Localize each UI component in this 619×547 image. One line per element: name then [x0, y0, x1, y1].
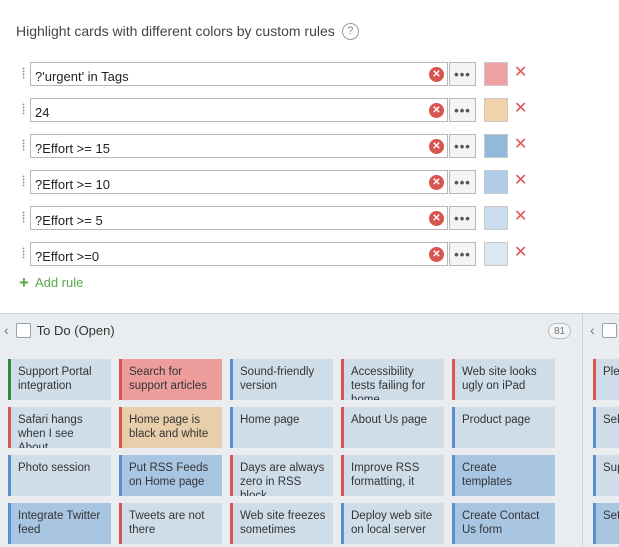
- card-partial[interactable]: Sup: [593, 455, 619, 496]
- clear-icon[interactable]: ✕: [429, 67, 444, 82]
- card-partial[interactable]: Sele dev: [593, 407, 619, 448]
- remove-rule-icon[interactable]: ✕: [514, 243, 527, 263]
- remove-rule-icon[interactable]: ✕: [514, 135, 527, 155]
- rule-row: ✕ ••• ✕: [0, 242, 619, 266]
- next-column-select-checkbox[interactable]: [601, 322, 617, 338]
- next-column-header: ‹: [590, 314, 617, 346]
- remove-rule-icon[interactable]: ✕: [514, 207, 527, 227]
- card[interactable]: Web site freezes sometimes: [230, 503, 333, 544]
- card[interactable]: Put RSS Feeds on Home page: [119, 455, 222, 496]
- clear-icon[interactable]: ✕: [429, 139, 444, 154]
- more-options-button[interactable]: •••: [449, 62, 476, 86]
- column-header: ‹ To Do (Open): [4, 314, 115, 346]
- card-partial[interactable]: Set: [593, 503, 619, 544]
- drag-handle-icon[interactable]: [22, 103, 25, 115]
- panel-title: Highlight cards with different colors by…: [16, 23, 335, 39]
- drag-handle-icon[interactable]: [22, 67, 25, 79]
- plus-icon: +: [19, 273, 29, 292]
- rule-expression-input[interactable]: [30, 98, 448, 122]
- card[interactable]: Home page is black and white: [119, 407, 222, 448]
- card[interactable]: Deploy web site on local server: [341, 503, 444, 544]
- color-swatch[interactable]: [484, 62, 508, 86]
- more-options-button[interactable]: •••: [449, 134, 476, 158]
- column-select-checkbox[interactable]: [15, 322, 31, 338]
- card[interactable]: Sound-friendly version: [230, 359, 333, 400]
- collapse-column-chevron-icon[interactable]: ‹: [4, 322, 9, 338]
- clear-icon[interactable]: ✕: [429, 247, 444, 262]
- remove-rule-icon[interactable]: ✕: [514, 171, 527, 191]
- rule-expression-input[interactable]: [30, 170, 448, 194]
- card[interactable]: Product page: [452, 407, 555, 448]
- color-swatch[interactable]: [484, 170, 508, 194]
- card-partial[interactable]: Plea fee: [593, 359, 619, 400]
- column-divider: [582, 314, 583, 547]
- color-swatch[interactable]: [484, 134, 508, 158]
- rule-row: ✕ ••• ✕: [0, 206, 619, 230]
- more-options-button[interactable]: •••: [449, 98, 476, 122]
- drag-handle-icon[interactable]: [22, 175, 25, 187]
- card[interactable]: Days are always zero in RSS block: [230, 455, 333, 496]
- clear-icon[interactable]: ✕: [429, 211, 444, 226]
- rule-expression-input[interactable]: [30, 206, 448, 230]
- drag-handle-icon[interactable]: [22, 247, 25, 259]
- card[interactable]: Accessibility tests failing for home: [341, 359, 444, 400]
- remove-rule-icon[interactable]: ✕: [514, 99, 527, 119]
- rule-expression-input[interactable]: [30, 134, 448, 158]
- color-swatch[interactable]: [484, 206, 508, 230]
- card[interactable]: Safari hangs when I see About: [8, 407, 111, 448]
- collapse-next-column-chevron-icon[interactable]: ‹: [590, 322, 595, 338]
- rule-row: ✕ ••• ✕: [0, 62, 619, 86]
- column-title: To Do (Open): [36, 322, 115, 338]
- rule-expression-input[interactable]: [30, 242, 448, 266]
- card-color-rules-panel: Highlight cards with different colors by…: [0, 0, 619, 313]
- clear-icon[interactable]: ✕: [429, 103, 444, 118]
- add-rule-label: Add rule: [34, 275, 84, 290]
- card[interactable]: Search for support articles: [119, 359, 222, 400]
- clear-icon[interactable]: ✕: [429, 175, 444, 190]
- card[interactable]: Create templates: [452, 455, 555, 496]
- drag-handle-icon[interactable]: [22, 139, 25, 151]
- rule-row: ✕ ••• ✕: [0, 134, 619, 158]
- color-swatch[interactable]: [484, 242, 508, 266]
- card[interactable]: Web site looks ugly on iPad: [452, 359, 555, 400]
- card[interactable]: About Us page: [341, 407, 444, 448]
- card[interactable]: Create Contact Us form: [452, 503, 555, 544]
- card[interactable]: Photo session: [8, 455, 111, 496]
- more-options-button[interactable]: •••: [449, 242, 476, 266]
- card[interactable]: Tweets are not there: [119, 503, 222, 544]
- remove-rule-icon[interactable]: ✕: [514, 63, 527, 83]
- rule-expression-input[interactable]: [30, 62, 448, 86]
- card[interactable]: Integrate Twitter feed: [8, 503, 111, 544]
- card[interactable]: Improve RSS formatting, it: [341, 455, 444, 496]
- kanban-board: ‹ To Do (Open) 81 ‹ Support Portal integ…: [0, 313, 619, 547]
- color-swatch[interactable]: [484, 98, 508, 122]
- card[interactable]: Home page: [230, 407, 333, 448]
- rule-row: ✕ ••• ✕: [0, 170, 619, 194]
- column-card-count-badge: 81: [548, 323, 572, 339]
- panel-header: Highlight cards with different colors by…: [16, 22, 359, 40]
- help-icon[interactable]: ?: [341, 22, 359, 40]
- more-options-button[interactable]: •••: [449, 170, 476, 194]
- card[interactable]: Support Portal integration: [8, 359, 111, 400]
- drag-handle-icon[interactable]: [22, 211, 25, 223]
- add-rule-button[interactable]: + Add rule: [19, 274, 83, 291]
- rule-row: ✕ ••• ✕: [0, 98, 619, 122]
- more-options-button[interactable]: •••: [449, 206, 476, 230]
